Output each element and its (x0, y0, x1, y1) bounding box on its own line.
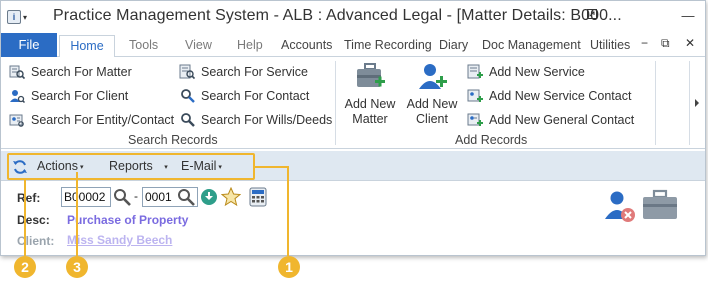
add-new-matter-label: Add New Matter (344, 97, 396, 126)
add-new-service-button[interactable]: Add New Service (467, 63, 585, 81)
add-new-client-button[interactable]: Add New Client (402, 61, 462, 127)
matter-toolbar: Actions ▾ Reports ▾ E-Mail ▾ (1, 151, 705, 181)
add-new-general-contact-label: Add New General Contact (489, 113, 635, 127)
qat-dropdown-icon[interactable]: ▾ (23, 13, 27, 22)
restore-icon (587, 9, 597, 19)
desc-label: Desc: (17, 213, 50, 227)
search-client-label: Search For Client (31, 89, 129, 103)
search-records-group-label: Search Records (128, 133, 218, 147)
search-matter-label: Search For Matter (31, 65, 132, 79)
client-label: Client: (17, 234, 55, 248)
ref-suffix-search-icon[interactable] (177, 188, 195, 206)
tab-time-recording[interactable]: Time Recording (344, 33, 432, 57)
add-new-service-label: Add New Service (489, 65, 585, 79)
person-add-icon (419, 64, 447, 89)
ribbon-close-button[interactable]: ✕ (685, 36, 695, 50)
search-service-button[interactable]: Search For Service (179, 63, 308, 81)
ribbon-home: Search For Matter Search For Client Sear… (1, 57, 705, 149)
tab-view[interactable]: View (185, 33, 212, 57)
tab-file[interactable]: File (1, 33, 57, 57)
callout-3-badge: 3 (66, 256, 88, 278)
ref-search-icon[interactable] (113, 188, 131, 206)
callout-1-line-h (254, 166, 288, 168)
search-service-label: Search For Service (201, 65, 308, 79)
quick-access-toolbar[interactable]: i ▾ (7, 9, 39, 25)
group-separator (335, 61, 336, 145)
tab-diary[interactable]: Diary (439, 33, 468, 57)
client-link[interactable]: Miss Sandy Beech (67, 233, 172, 247)
service-search-icon (179, 64, 195, 80)
matter-search-icon (9, 65, 25, 80)
toolbar-highlight-box (7, 153, 255, 180)
contact-search-icon (181, 89, 195, 103)
ribbon-tabs: File Home Tools View Help Accounts Time … (1, 33, 705, 58)
calculator-icon[interactable] (249, 187, 267, 207)
search-wills-deeds-button[interactable]: Search For Wills/Deeds (179, 111, 332, 129)
chevron-right-icon (694, 99, 699, 107)
service-add-icon (467, 64, 483, 79)
tab-home[interactable]: Home (59, 35, 115, 58)
add-new-matter-button[interactable]: Add New Matter (340, 61, 400, 127)
callout-2-line (24, 180, 26, 256)
app-window: i ▾ Practice Management System - ALB : A… (0, 0, 706, 256)
briefcase-icon[interactable] (641, 189, 679, 221)
search-contact-label: Search For Contact (201, 89, 310, 103)
search-matter-button[interactable]: Search For Matter (9, 63, 132, 81)
add-new-general-contact-button[interactable]: Add New General Contact (467, 111, 634, 129)
entity-search-icon (9, 114, 24, 127)
search-contact-button[interactable]: Search For Contact (179, 87, 309, 105)
search-entity-contact-label: Search For Entity/Contact (31, 113, 175, 127)
star-icon[interactable] (221, 187, 241, 207)
tab-tools[interactable]: Tools (129, 33, 158, 57)
ref-label: Ref: (17, 191, 41, 205)
title-bar: i ▾ Practice Management System - ALB : A… (1, 1, 705, 33)
restore-window-button[interactable] (581, 7, 603, 25)
search-entity-contact-button[interactable]: Search For Entity/Contact (9, 111, 174, 129)
search-client-button[interactable]: Search For Client (9, 87, 128, 105)
add-new-client-label: Add New Client (406, 97, 458, 126)
ribbon-restore-button[interactable]: ⧉ (661, 36, 670, 51)
service-contact-add-icon (467, 89, 483, 102)
tab-doc-management[interactable]: Doc Management (482, 33, 581, 57)
tab-accounts[interactable]: Accounts (281, 33, 332, 57)
add-new-service-contact-button[interactable]: Add New Service Contact (467, 87, 631, 105)
client-remove-icon[interactable] (605, 189, 637, 223)
window-title: Practice Management System - ALB : Advan… (53, 7, 622, 24)
wills-search-icon (181, 113, 195, 127)
ribbon-scroll-right-button[interactable] (689, 61, 703, 145)
app-icon[interactable]: i (7, 10, 21, 24)
ribbon-minimize-button[interactable]: − (641, 36, 648, 50)
minimize-window-button[interactable]: — (677, 7, 699, 25)
add-new-service-contact-label: Add New Service Contact (489, 89, 632, 103)
callout-1-badge: 1 (278, 256, 300, 278)
add-records-group-label: Add Records (455, 133, 528, 147)
tab-help[interactable]: Help (237, 33, 263, 57)
desc-value: Purchase of Property (67, 213, 189, 227)
group-separator (655, 61, 656, 145)
callout-3-line (76, 172, 78, 256)
search-wills-deeds-label: Search For Wills/Deeds (201, 113, 333, 127)
client-search-icon (10, 90, 25, 104)
tab-utilities[interactable]: Utilities (590, 33, 630, 57)
general-contact-add-icon (467, 113, 483, 126)
callout-2-badge: 2 (14, 256, 36, 278)
briefcase-add-icon (357, 63, 385, 87)
ref-separator: - (134, 189, 138, 203)
download-circle-icon[interactable] (200, 188, 218, 206)
ref-input[interactable]: B00002 (61, 187, 111, 207)
callout-1-line-v (287, 166, 289, 256)
